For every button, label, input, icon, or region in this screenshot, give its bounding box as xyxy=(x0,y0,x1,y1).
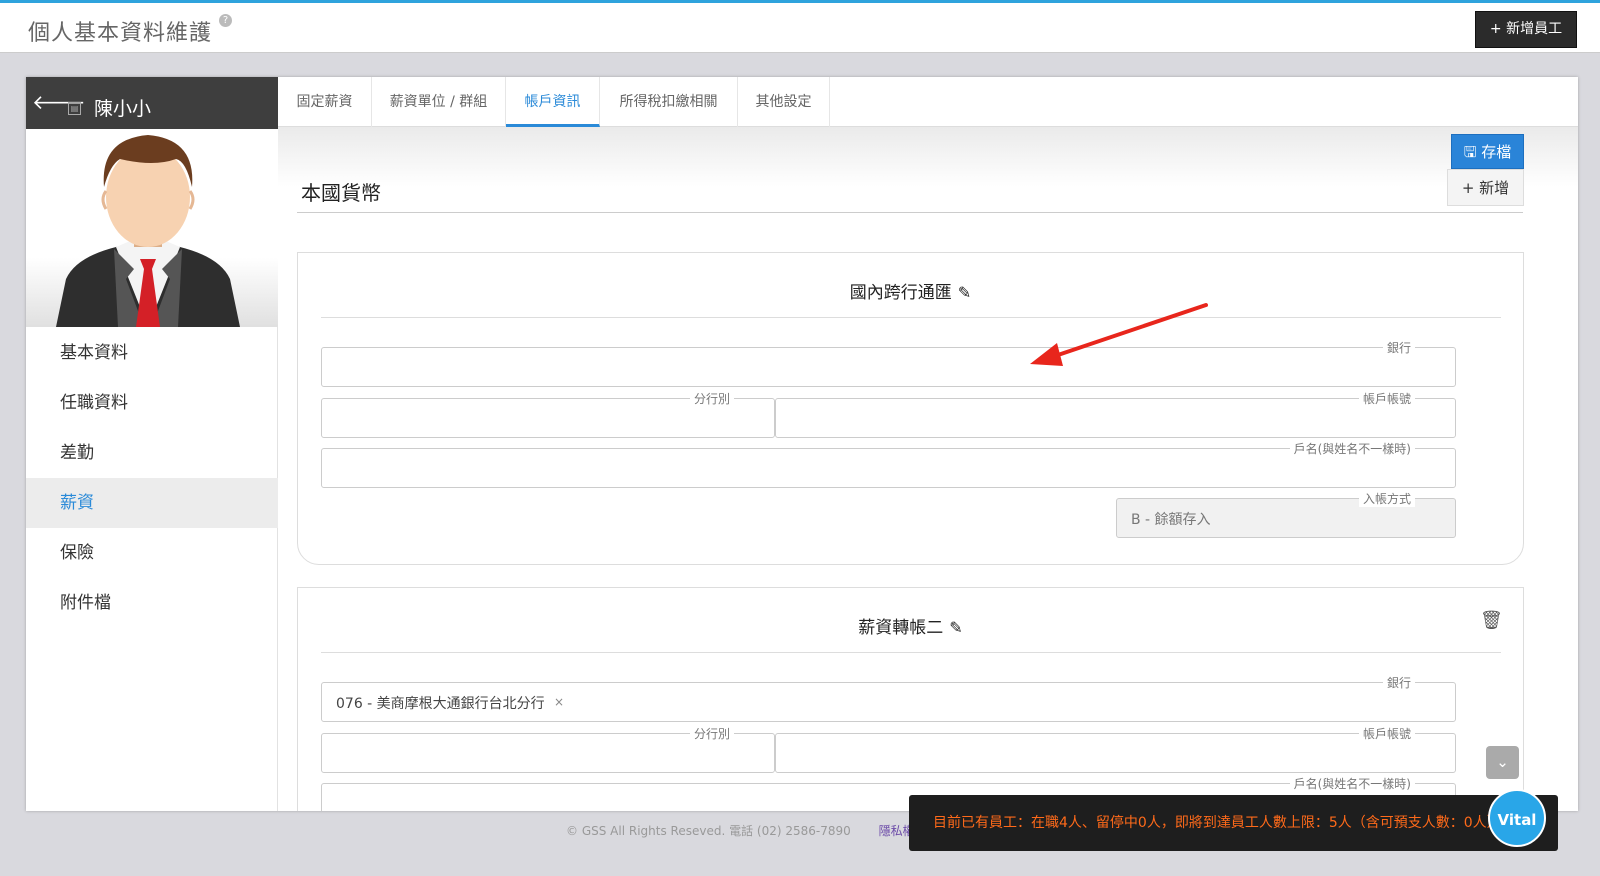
deposit-method-value: B - 餘額存入 xyxy=(1131,512,1211,528)
avatar-illustration xyxy=(56,135,240,327)
section-divider xyxy=(297,212,1523,213)
copyright-text: © GSS All Rights Reseved. 電話 (02) 2586-7… xyxy=(566,824,851,838)
deposit-method-select[interactable]: 入帳方式 B - 餘額存入 xyxy=(1116,490,1456,538)
floppy-icon: 🖫 xyxy=(1463,143,1482,161)
branch-label: 分行別 xyxy=(689,390,734,407)
tab-other-settings[interactable]: 其他設定 xyxy=(738,77,830,127)
trash-icon[interactable]: 🗑 xyxy=(1480,610,1503,631)
plus-icon: + xyxy=(1461,179,1480,197)
panel-divider xyxy=(321,317,1501,318)
add-employee-button[interactable]: + 新增員工 xyxy=(1475,11,1577,48)
bank-field[interactable]: 銀行 076 - 美商摩根大通銀行台北分行 × xyxy=(321,674,1456,722)
add-account-button[interactable]: + 新增 xyxy=(1447,169,1524,206)
help-icon[interactable]: ? xyxy=(219,14,232,27)
sidebar-nav: 基本資料 任職資料 差勤 薪資 保險 附件檔 xyxy=(26,327,286,811)
account-number-label: 帳戶帳號 xyxy=(1358,390,1415,407)
account-number-field[interactable]: 帳戶帳號 xyxy=(775,390,1456,438)
section-title: 本國貨幣 xyxy=(301,181,381,205)
branch-field[interactable]: 分行別 xyxy=(321,725,775,773)
sidebar-item-employment[interactable]: 任職資料 xyxy=(26,378,278,428)
chevron-down-icon: ⌄ xyxy=(1496,753,1509,771)
account-panel-2: 薪資轉帳二 ✎ 🗑 銀行 076 - 美商摩根大通銀行台北分行 × 分行別 帳戶帳… xyxy=(297,587,1524,811)
account-title-text: 薪資轉帳二 xyxy=(858,618,944,638)
tab-salary-unit[interactable]: 薪資單位 / 群組 xyxy=(372,77,506,127)
account-holder-label: 戶名(與姓名不一樣時) xyxy=(1289,775,1415,792)
account-title-text: 國內跨行通匯 xyxy=(849,283,952,303)
pencil-icon[interactable]: ✎ xyxy=(958,283,971,302)
add-label: 新增 xyxy=(1479,179,1510,197)
save-button[interactable]: 🖫 存檔 xyxy=(1451,134,1524,169)
employee-name: 陳小小 xyxy=(94,98,152,120)
sidebar-item-salary[interactable]: 薪資 xyxy=(26,478,286,528)
tab-bar: 固定薪資 薪資單位 / 群組 帳戶資訊 所得稅扣繳相關 其他設定 xyxy=(278,77,1578,127)
bank-label: 銀行 xyxy=(1382,339,1415,356)
tab-account-info[interactable]: 帳戶資訊 xyxy=(506,77,600,127)
deposit-method-label: 入帳方式 xyxy=(1358,490,1415,507)
avatar xyxy=(26,129,278,327)
scroll-down-button[interactable]: ⌄ xyxy=(1486,746,1519,779)
bank-label: 銀行 xyxy=(1382,674,1415,691)
id-card-icon: ▤ xyxy=(68,102,81,115)
sidebar-item-insurance[interactable]: 保險 xyxy=(26,528,278,578)
panel-divider xyxy=(321,652,1501,653)
account-holder-label: 戶名(與姓名不一樣時) xyxy=(1289,440,1415,457)
branch-field[interactable]: 分行別 xyxy=(321,390,775,438)
tab-fixed-salary[interactable]: 固定薪資 xyxy=(278,77,372,127)
save-label: 存檔 xyxy=(1481,143,1512,161)
account-number-label: 帳戶帳號 xyxy=(1358,725,1415,742)
bank-field[interactable]: 銀行 xyxy=(321,339,1456,387)
account-number-field[interactable]: 帳戶帳號 xyxy=(775,725,1456,773)
bank-value: 076 - 美商摩根大通銀行台北分行 xyxy=(336,696,545,712)
tab-income-tax[interactable]: 所得稅扣繳相關 xyxy=(600,77,738,127)
page-title: 個人基本資料維護 xyxy=(28,21,213,46)
employee-frame: 🡐 ▤ 陳小小 基本資料 任職資料 差勤 薪資 保險 附件檔 固定薪資 薪資單位… xyxy=(26,77,1578,811)
branch-label: 分行別 xyxy=(689,725,734,742)
sidebar-item-attachments[interactable]: 附件檔 xyxy=(26,578,278,628)
account-title: 國內跨行通匯 ✎ xyxy=(298,278,1523,303)
account-holder-field[interactable]: 戶名(與姓名不一樣時) xyxy=(321,440,1456,488)
sidebar-item-attendance[interactable]: 差勤 xyxy=(26,428,278,478)
account-panel-1: 國內跨行通匯 ✎ 銀行 分行別 帳戶帳號 戶名(與姓名不一樣時) 入帳方式 B -… xyxy=(297,252,1524,565)
vital-chat-button[interactable]: Vital xyxy=(1488,789,1546,847)
page-header: 個人基本資料維護 ? + 新增員工 xyxy=(0,3,1600,53)
employee-header: 🡐 ▤ 陳小小 xyxy=(26,77,278,129)
pencil-icon[interactable]: ✎ xyxy=(949,618,962,637)
tab-content: 🖫 存檔 + 新增 本國貨幣 國內跨行通匯 ✎ 銀行 分行別 帳戶帳號 戶名(與姓… xyxy=(278,127,1578,811)
sidebar-item-basic[interactable]: 基本資料 xyxy=(26,328,278,378)
clear-icon[interactable]: × xyxy=(554,695,564,709)
employee-limit-notice: 目前已有員工：在職4人、留停中0人，即將到達員工人數上限：5人（含可預支人數：0… xyxy=(909,795,1558,851)
account-title: 薪資轉帳二 ✎ xyxy=(298,613,1523,638)
